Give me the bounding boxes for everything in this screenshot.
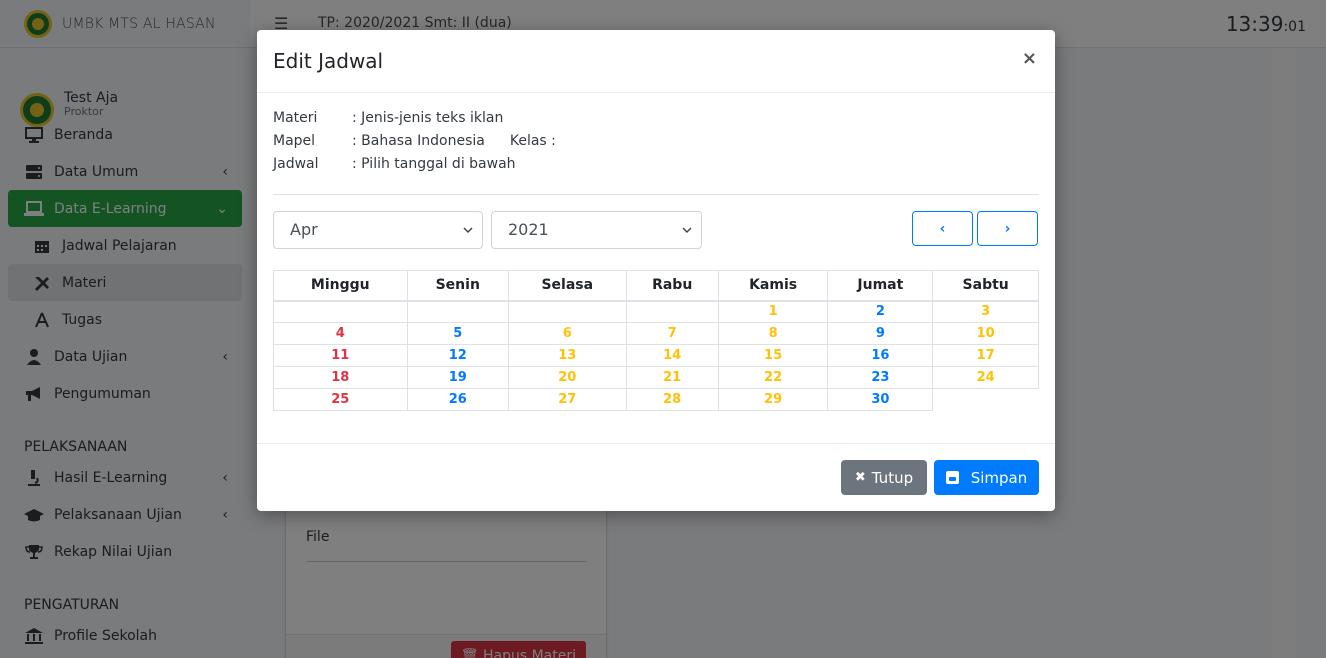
chevron-right-icon: › [1004, 220, 1011, 237]
calendar-day[interactable]: 20 [507, 366, 627, 389]
chevron-down-icon [682, 224, 692, 237]
calendar-day[interactable]: 11 [273, 344, 408, 367]
calendar-day[interactable]: 22 [717, 366, 829, 389]
calendar-day[interactable]: 28 [625, 388, 719, 411]
calendar-day[interactable]: 27 [507, 388, 627, 411]
calendar-day[interactable]: 5 [406, 322, 509, 345]
calendar-table: Minggu Senin Selasa Rabu Kamis Jumat Sab… [273, 270, 1039, 411]
jadwal-value: : Pilih tanggal di bawah [352, 156, 516, 172]
next-month-button[interactable]: › [977, 211, 1038, 246]
day-header-sabtu: Sabtu [932, 270, 1039, 302]
close-icon[interactable]: × [1022, 48, 1037, 69]
tutup-button[interactable]: ✖ Tutup [841, 460, 927, 495]
chevron-down-icon [463, 224, 473, 237]
calendar-day[interactable]: 25 [273, 388, 408, 411]
calendar-day[interactable]: 26 [406, 388, 509, 411]
calendar-day[interactable]: 23 [827, 366, 934, 389]
calendar-day[interactable]: 16 [827, 344, 934, 367]
jadwal-label: Jadwal [273, 156, 319, 172]
info-row-materi: Materi : Jenis-jenis teks iklan [273, 110, 556, 133]
modal-footer: ✖ Tutup Simpan [257, 443, 1055, 511]
modal-header: Edit Jadwal × [257, 30, 1055, 93]
info-row-jadwal: Jadwal : Pilih tanggal di bawah [273, 156, 556, 179]
calendar-week: 11 12 13 14 15 16 17 [273, 344, 1039, 367]
calendar-day[interactable]: 4 [273, 322, 408, 345]
calendar-day[interactable]: 17 [932, 344, 1039, 367]
calendar-header-row: Minggu Senin Selasa Rabu Kamis Jumat Sab… [273, 270, 1039, 302]
calendar-day[interactable]: 13 [507, 344, 627, 367]
schedule-info: Materi : Jenis-jenis teks iklan Mapel : … [273, 110, 556, 179]
day-header-jumat: Jumat [827, 270, 934, 302]
calendar-empty-cell [273, 300, 408, 323]
calendar-day[interactable]: 2 [827, 300, 934, 323]
calendar-day[interactable]: 18 [273, 366, 408, 389]
calendar-week: 1 2 3 [273, 300, 1039, 323]
month-select[interactable]: Apr [273, 211, 483, 249]
calendar-empty-cell [933, 389, 1039, 411]
calendar-day[interactable]: 21 [625, 366, 719, 389]
calendar-day[interactable]: 30 [827, 388, 934, 411]
calendar-empty-cell [406, 300, 509, 323]
save-icon [945, 471, 959, 484]
calendar-day[interactable]: 12 [406, 344, 509, 367]
simpan-label: Simpan [970, 468, 1028, 487]
day-header-kamis: Kamis [717, 270, 829, 302]
edit-jadwal-modal: Edit Jadwal × Materi : Jenis-jenis teks … [257, 30, 1055, 511]
prev-month-button[interactable]: ‹ [912, 211, 973, 246]
materi-label: Materi [273, 110, 318, 126]
calendar-empty-cell [625, 300, 719, 323]
divider [273, 194, 1039, 195]
modal-title: Edit Jadwal [273, 49, 384, 73]
calendar-day[interactable]: 6 [507, 322, 627, 345]
mapel-label: Mapel [273, 133, 316, 149]
day-header-rabu: Rabu [625, 270, 719, 302]
calendar-day[interactable]: 7 [625, 322, 719, 345]
calendar-day[interactable]: 8 [717, 322, 829, 345]
calendar-day[interactable]: 19 [406, 366, 509, 389]
calendar-week: 25 26 27 28 29 30 [273, 388, 1039, 411]
day-header-senin: Senin [406, 270, 509, 302]
day-header-minggu: Minggu [273, 270, 408, 302]
chevron-left-icon: ‹ [939, 220, 946, 237]
calendar-day[interactable]: 24 [932, 366, 1039, 389]
calendar-day[interactable]: 9 [827, 322, 934, 345]
close-x-icon: ✖ [854, 470, 866, 485]
calendar-day[interactable]: 15 [717, 344, 829, 367]
calendar-empty-cell [507, 300, 627, 323]
info-row-mapel: Mapel : Bahasa Indonesia Kelas : [273, 133, 556, 156]
year-value: 2021 [508, 220, 549, 239]
calendar-day[interactable]: 1 [717, 300, 829, 323]
kelas-label: Kelas : [509, 133, 556, 149]
calendar-week: 4 5 6 7 8 9 10 [273, 322, 1039, 345]
month-value: Apr [290, 220, 318, 239]
simpan-button[interactable]: Simpan [934, 460, 1039, 495]
calendar-day[interactable]: 14 [625, 344, 719, 367]
mapel-value: : Bahasa Indonesia [352, 133, 485, 149]
calendar-day[interactable]: 29 [717, 388, 829, 411]
calendar-day[interactable]: 3 [932, 300, 1039, 323]
day-header-selasa: Selasa [507, 270, 627, 302]
tutup-label: Tutup [871, 468, 914, 487]
calendar-week: 18 19 20 21 22 23 24 [273, 366, 1039, 389]
calendar-day[interactable]: 10 [932, 322, 1039, 345]
materi-value: : Jenis-jenis teks iklan [352, 110, 504, 126]
year-select[interactable]: 2021 [491, 211, 702, 249]
